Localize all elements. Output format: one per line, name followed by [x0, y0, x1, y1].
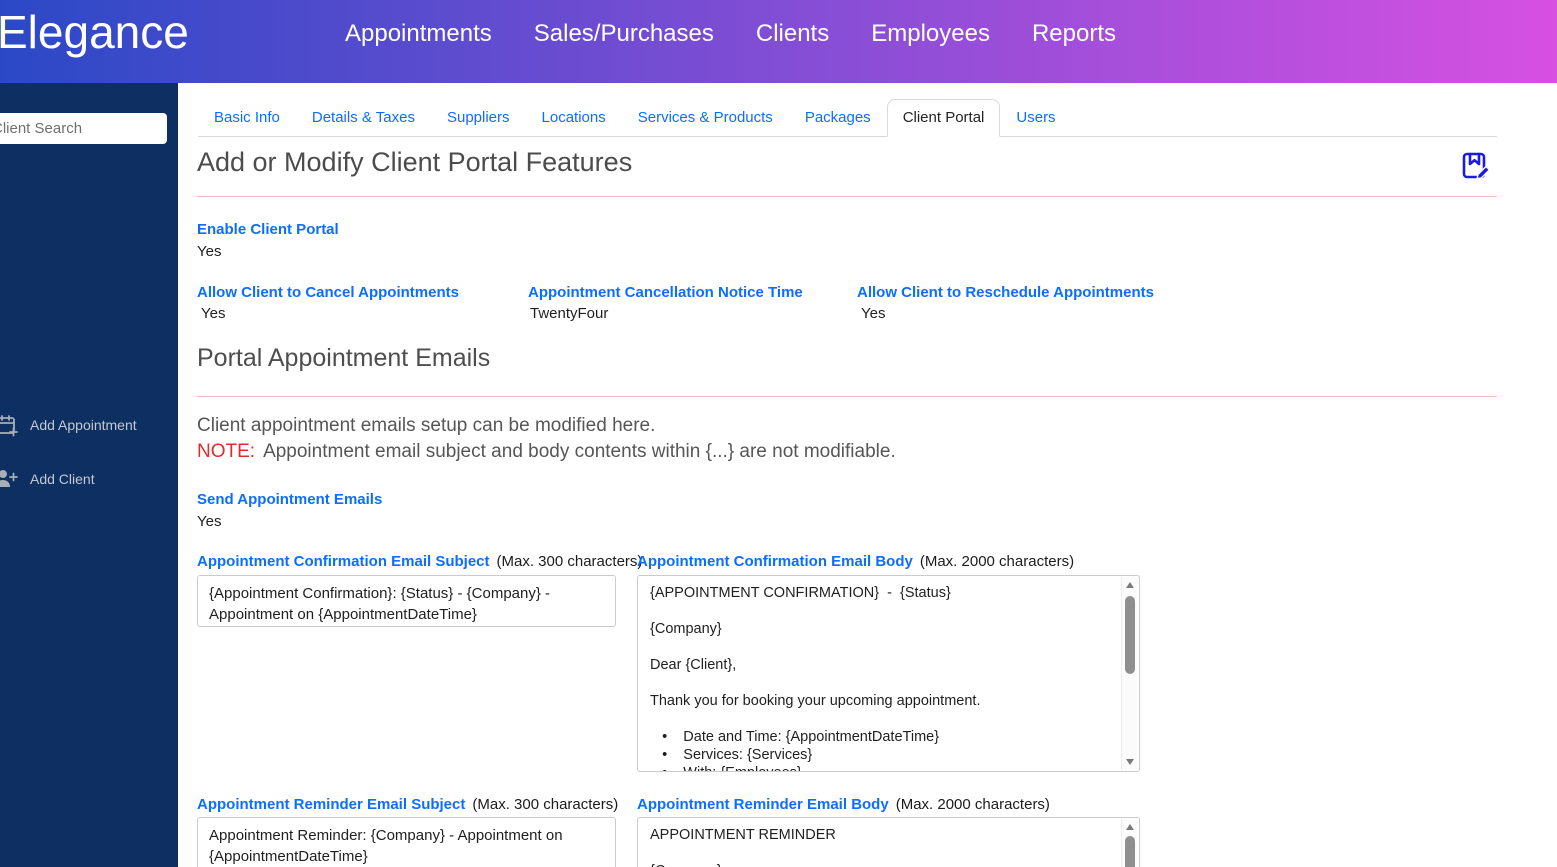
- sidebar-item-label: Add Client: [30, 471, 95, 487]
- nav-reports[interactable]: Reports: [1032, 20, 1116, 48]
- emails-note: NOTE: Appointment email subject and body …: [197, 441, 896, 463]
- scrollbar-thumb[interactable]: [1125, 836, 1135, 867]
- send-emails-label: Send Appointment Emails: [197, 491, 383, 508]
- main-nav: Appointments Sales/Purchases Clients Emp…: [345, 0, 1116, 83]
- title-divider: [197, 196, 1497, 197]
- reminder-body-textarea[interactable]: APPOINTMENT REMINDER {Company}: [637, 817, 1140, 867]
- scrollbar-thumb[interactable]: [1125, 596, 1135, 674]
- page-title: Add or Modify Client Portal Features: [197, 147, 633, 177]
- tab-basic-info[interactable]: Basic Info: [198, 99, 296, 137]
- nav-appointments[interactable]: Appointments: [345, 20, 492, 48]
- tab-locations[interactable]: Locations: [526, 99, 622, 137]
- confirmation-body-text: {APPOINTMENT CONFIRMATION} - {Status} {C…: [650, 585, 981, 771]
- client-search-input[interactable]: [0, 113, 167, 144]
- confirmation-subject-label-row: Appointment Confirmation Email Subject (…: [197, 553, 642, 570]
- reminder-body-label-row: Appointment Reminder Email Body (Max. 20…: [637, 796, 1050, 813]
- tab-users[interactable]: Users: [1000, 99, 1071, 137]
- confirmation-body-label-row: Appointment Confirmation Email Body (Max…: [637, 553, 1074, 570]
- emails-section-heading: Portal Appointment Emails: [197, 344, 491, 372]
- confirmation-subject-hint: (Max. 300 characters): [496, 553, 643, 570]
- allow-reschedule-label: Allow Client to Reschedule Appointments: [857, 284, 1154, 301]
- reminder-subject-label-row: Appointment Reminder Email Subject (Max.…: [197, 796, 618, 813]
- reminder-subject-input[interactable]: Appointment Reminder: {Company} - Appoin…: [197, 817, 616, 867]
- reminder-body-text: APPOINTMENT REMINDER {Company}: [650, 827, 836, 867]
- nav-clients[interactable]: Clients: [756, 20, 829, 48]
- cancellation-notice-label: Appointment Cancellation Notice Time: [528, 284, 803, 301]
- sidebar-item-add-client[interactable]: Add Client: [0, 462, 178, 496]
- edit-portal-features-button[interactable]: [1457, 149, 1493, 185]
- confirmation-body-label: Appointment Confirmation Email Body: [637, 553, 913, 570]
- reminder-body-hint: (Max. 2000 characters): [895, 796, 1050, 813]
- sidebar-item-label: Add Appointment: [30, 417, 137, 433]
- scrollbar[interactable]: [1121, 577, 1138, 770]
- tab-services-products[interactable]: Services & Products: [622, 99, 789, 137]
- allow-cancel-label: Allow Client to Cancel Appointments: [197, 284, 459, 301]
- book-edit-icon: [1457, 149, 1493, 185]
- nav-employees[interactable]: Employees: [871, 20, 990, 48]
- sidebar: Add Appointment Add Client: [0, 83, 178, 867]
- allow-cancel-value: Yes: [201, 305, 226, 322]
- note-label: NOTE:: [197, 441, 256, 462]
- tab-details-taxes[interactable]: Details & Taxes: [296, 99, 431, 137]
- send-emails-value: Yes: [197, 513, 222, 530]
- person-plus-icon: [0, 467, 18, 491]
- main-content: Basic Info Details & Taxes Suppliers Loc…: [178, 83, 1557, 867]
- scrollbar[interactable]: [1121, 819, 1138, 867]
- enable-client-portal-label: Enable Client Portal: [197, 221, 339, 238]
- tab-suppliers[interactable]: Suppliers: [431, 99, 526, 137]
- app-window: Elegance Appointments Sales/Purchases Cl…: [0, 0, 1557, 867]
- scroll-up-icon[interactable]: [1126, 824, 1134, 830]
- confirmation-body-textarea[interactable]: {APPOINTMENT CONFIRMATION} - {Status} {C…: [637, 575, 1140, 772]
- scroll-up-icon[interactable]: [1126, 582, 1134, 588]
- confirmation-body-hint: (Max. 2000 characters): [919, 553, 1075, 570]
- sidebar-item-add-appointment[interactable]: Add Appointment: [0, 408, 178, 442]
- reminder-body-label: Appointment Reminder Email Body: [637, 796, 889, 813]
- tab-client-portal[interactable]: Client Portal: [886, 99, 1001, 137]
- reminder-subject-label: Appointment Reminder Email Subject: [197, 796, 466, 813]
- tab-packages[interactable]: Packages: [789, 99, 887, 137]
- note-text: Appointment email subject and body conte…: [263, 441, 896, 462]
- allow-reschedule-value: Yes: [861, 305, 886, 322]
- emails-description: Client appointment emails setup can be m…: [197, 415, 656, 436]
- brand-logo[interactable]: Elegance: [0, 5, 189, 59]
- top-nav-bar: Elegance Appointments Sales/Purchases Cl…: [0, 0, 1557, 83]
- tab-bar: Basic Info Details & Taxes Suppliers Loc…: [198, 97, 1497, 137]
- enable-client-portal-value: Yes: [197, 243, 222, 260]
- reminder-subject-hint: (Max. 300 characters): [472, 796, 619, 813]
- scroll-down-icon[interactable]: [1126, 759, 1134, 765]
- confirmation-subject-input[interactable]: {Appointment Confirmation}: {Status} - {…: [197, 575, 616, 627]
- calendar-plus-icon: [0, 413, 18, 437]
- confirmation-subject-label: Appointment Confirmation Email Subject: [197, 553, 490, 570]
- cancellation-notice-value: TwentyFour: [530, 305, 609, 322]
- nav-sales-purchases[interactable]: Sales/Purchases: [534, 20, 714, 48]
- emails-section-divider: [197, 396, 1497, 397]
